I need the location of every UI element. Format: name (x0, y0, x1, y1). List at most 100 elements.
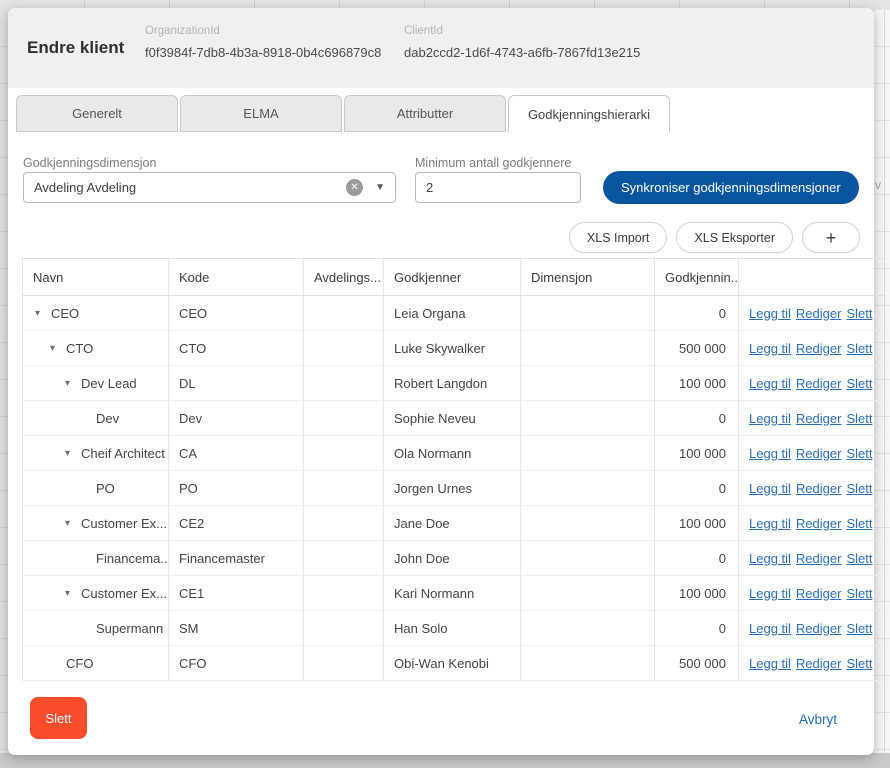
row-name-cell: Financema... (23, 541, 169, 575)
add-row-button[interactable]: + (802, 222, 860, 253)
row-amount: 100 000 (655, 576, 739, 610)
row-code: CE2 (169, 506, 304, 540)
expander-icon[interactable]: ▾ (65, 378, 81, 389)
tab-elma[interactable]: ELMA (180, 95, 342, 132)
row-name: Dev (96, 411, 119, 426)
legg-til-link[interactable]: Legg til (749, 446, 791, 461)
slett-link[interactable]: Slett (846, 481, 872, 496)
row-godkjenner: Luke Skywalker (384, 331, 521, 365)
xls-import-button[interactable]: XLS Import (569, 222, 668, 253)
expander-icon[interactable]: ▾ (65, 448, 81, 459)
row-code: Dev (169, 401, 304, 435)
expander-icon[interactable]: ▾ (65, 588, 81, 599)
legg-til-link[interactable]: Legg til (749, 516, 791, 531)
slett-link[interactable]: Slett (846, 306, 872, 321)
legg-til-link[interactable]: Legg til (749, 481, 791, 496)
rediger-link[interactable]: Rediger (796, 306, 842, 321)
row-amount: 0 (655, 471, 739, 505)
tab-generelt[interactable]: Generelt (16, 95, 178, 132)
legg-til-link[interactable]: Legg til (749, 656, 791, 671)
legg-til-link[interactable]: Legg til (749, 341, 791, 356)
slett-link[interactable]: Slett (846, 656, 872, 671)
row-code: PO (169, 471, 304, 505)
expander-icon[interactable]: ▾ (35, 308, 51, 319)
legg-til-link[interactable]: Legg til (749, 376, 791, 391)
row-name-cell: ▾Cheif Architect (23, 436, 169, 470)
row-dimensjon (521, 331, 655, 365)
rediger-link[interactable]: Rediger (796, 516, 842, 531)
row-avdeling (304, 296, 384, 330)
row-name-cell: ▾Dev Lead (23, 366, 169, 400)
legg-til-link[interactable]: Legg til (749, 621, 791, 636)
slett-link[interactable]: Slett (846, 341, 872, 356)
row-amount: 500 000 (655, 331, 739, 365)
xls-export-button[interactable]: XLS Eksporter (676, 222, 793, 253)
row-avdeling (304, 611, 384, 645)
row-name-cell: Supermann (23, 611, 169, 645)
rediger-link[interactable]: Rediger (796, 481, 842, 496)
rediger-link[interactable]: Rediger (796, 656, 842, 671)
legg-til-link[interactable]: Legg til (749, 586, 791, 601)
rediger-link[interactable]: Rediger (796, 551, 842, 566)
slett-link[interactable]: Slett (846, 551, 872, 566)
rediger-link[interactable]: Rediger (796, 411, 842, 426)
row-avdeling (304, 576, 384, 610)
sync-dimensions-button[interactable]: Synkroniser godkjenningsdimensjoner (603, 171, 859, 204)
row-amount: 0 (655, 401, 739, 435)
column-header-actions (739, 259, 883, 295)
slett-link[interactable]: Slett (846, 586, 872, 601)
rediger-link[interactable]: Rediger (796, 341, 842, 356)
row-actions-cell: Legg til Rediger Slett (739, 471, 883, 505)
row-code: Financemaster (169, 541, 304, 575)
row-dimensjon (521, 471, 655, 505)
table-row: ▾CTOCTO Luke Skywalker 500 000 Legg til Redi… (23, 331, 883, 366)
dimension-select-value: Avdeling Avdeling (34, 180, 346, 195)
table-row: CFOCFOObi-Wan Kenobi500 000Legg tilRedig… (23, 646, 883, 681)
row-avdeling (304, 436, 384, 470)
dimension-select[interactable]: Avdeling Avdeling ✕ ▼ (23, 172, 396, 203)
table-row: SupermannSMHan Solo0Legg tilRedigerSlett (23, 611, 883, 646)
row-code: CTO (169, 331, 304, 365)
column-header-kode: Kode (169, 259, 304, 295)
legg-til-link[interactable]: Legg til (749, 306, 791, 321)
min-approvers-input[interactable] (415, 172, 581, 203)
cancel-link[interactable]: Avbryt (799, 712, 837, 727)
column-header-navn: Navn (23, 259, 169, 295)
row-actions-cell: Legg til Rediger Slett (739, 331, 883, 365)
expander-icon[interactable]: ▾ (50, 343, 66, 354)
row-name: CEO (51, 306, 79, 321)
legg-til-link[interactable]: Legg til (749, 551, 791, 566)
row-code: SM (169, 611, 304, 645)
slett-link[interactable]: Slett (846, 411, 872, 426)
slett-link[interactable]: Slett (846, 376, 872, 391)
table-row: ▾Customer Ex...CE1Kari Normann100 000Leg… (23, 576, 883, 611)
table-row: ▾Dev LeadDLRobert Langdon100 000Legg til… (23, 366, 883, 401)
rediger-link[interactable]: Rediger (796, 446, 842, 461)
column-header-godkjennin: Godkjennin... (655, 259, 739, 295)
organization-id-label: OrganizationId (145, 25, 381, 37)
row-name-cell: ▾CTO (23, 331, 169, 365)
rediger-link[interactable]: Rediger (796, 586, 842, 601)
row-code: CE1 (169, 576, 304, 610)
tab-attributter[interactable]: Attributter (344, 95, 506, 132)
expander-icon[interactable]: ▾ (65, 518, 81, 529)
row-amount: 100 000 (655, 506, 739, 540)
tab-godkjenningshierarki[interactable]: Godkjenningshierarki (508, 95, 670, 133)
row-code: DL (169, 366, 304, 400)
rediger-link[interactable]: Rediger (796, 621, 842, 636)
slett-link[interactable]: Slett (846, 516, 872, 531)
delete-button[interactable]: Slett (30, 697, 87, 739)
rediger-link[interactable]: Rediger (796, 376, 842, 391)
clear-icon[interactable]: ✕ (346, 179, 363, 196)
legg-til-link[interactable]: Legg til (749, 411, 791, 426)
table-body: ▾CEOCEOLeia Organa0Legg tilRedigerSlett▾… (23, 296, 883, 681)
row-avdeling (304, 646, 384, 680)
slett-link[interactable]: Slett (846, 621, 872, 636)
slett-link[interactable]: Slett (846, 446, 872, 461)
row-godkjenner: Leia Organa (384, 296, 521, 330)
table-row: Dev Dev Sophie Neveu 0 Legg til Rediger Slett (23, 401, 883, 436)
row-actions-cell: Legg til Rediger Slett (739, 506, 883, 540)
chevron-down-icon[interactable]: ▼ (375, 182, 385, 193)
row-name: Cheif Architect (81, 446, 165, 461)
row-godkjenner: Sophie Neveu (384, 401, 521, 435)
